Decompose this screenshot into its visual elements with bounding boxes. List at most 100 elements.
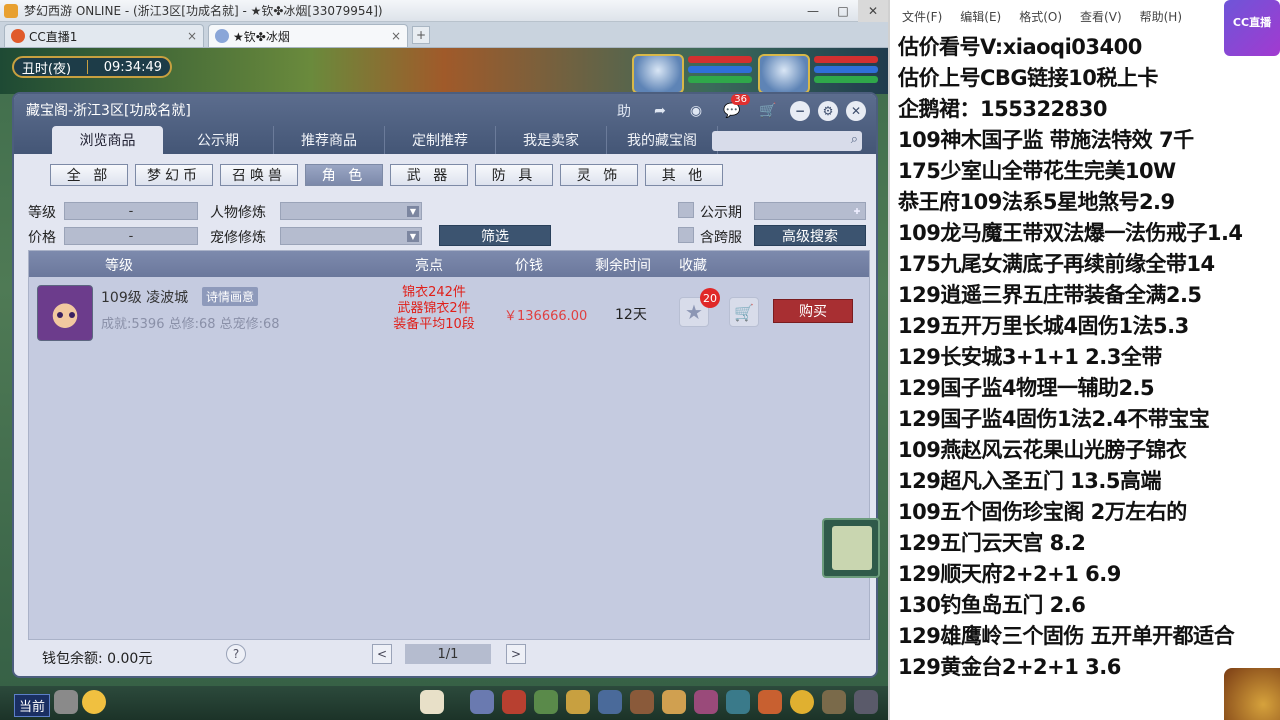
header-time-left[interactable]: 剩余时间 [595,255,651,275]
new-tab-button[interactable]: + [412,26,430,44]
chevron-down-icon: ▼ [407,206,419,217]
cart-icon[interactable]: 🛒 [754,100,782,122]
advanced-search-button[interactable]: 高级搜索 [754,225,866,246]
notepad-line: 109龙马魔王带双法爆一法伤戒子1.4 [898,221,1243,245]
menu-view[interactable]: 查看(V) [1080,8,1122,25]
maximize-button[interactable]: □ [828,0,858,22]
os-titlebar: 梦幻西游 ONLINE - (浙江3区[功成名就] - ★钦✤冰烟[330799… [0,0,888,22]
attack-icon[interactable] [470,690,494,714]
search-icon[interactable]: ⌕ [851,132,858,147]
bag-icon[interactable] [502,690,526,714]
cross-server-checkbox[interactable] [678,227,694,243]
filter-button[interactable]: 筛选 [439,225,551,246]
shop-icon[interactable] [758,690,782,714]
notepad-window: 文件(F) 编辑(E) 格式(O) 查看(V) 帮助(H) CC直播 估价看号V… [888,0,1280,720]
highlight-line: 锦衣242件 [402,285,466,300]
settings-icon[interactable] [854,690,878,714]
table-row[interactable]: 109级 凌波城 诗情画意 成就:5396 总修:68 总宠修:68 锦衣242… [29,279,869,347]
menu-edit[interactable]: 编辑(E) [960,8,1001,25]
guild-icon[interactable] [630,690,654,714]
pet-cultivation-label: 宠修修炼 [210,230,266,246]
tab-cc-live[interactable]: CC直播1 × [4,24,204,47]
pet-cultivation-select[interactable]: ▼ [280,227,422,245]
tab-close-icon[interactable]: × [391,29,401,43]
category-all[interactable]: 全 部 [50,164,128,186]
listing-name[interactable]: 109级 凌波城 [101,287,188,307]
tab-custom-recommend[interactable]: 定制推荐 [385,126,496,154]
notepad-line: 企鹅裙：155322830 [898,97,1108,121]
buy-button[interactable]: 购买 [773,299,853,323]
header-price[interactable]: 价钱 [515,255,543,275]
close-window-button[interactable]: ✕ [858,0,888,22]
price-filter-input[interactable]: - [64,227,198,245]
category-armor[interactable]: 防 具 [475,164,553,186]
minimize-button[interactable]: — [798,0,828,22]
tab-browse-goods[interactable]: 浏览商品 [52,126,163,154]
record-icon[interactable]: ◉ [682,100,710,122]
dialog-body: 全 部 梦幻币 召唤兽 角 色 武 器 防 具 灵 饰 其 他 等级 - 价格 … [14,154,876,676]
header-level[interactable]: 等级 [105,255,133,275]
trade-icon[interactable] [566,690,590,714]
category-currency[interactable]: 梦幻币 [135,164,213,186]
time-of-day: 丑时(夜) [21,61,72,77]
tab-my-pavilion[interactable]: 我的藏宝阁 [607,126,718,154]
notepad-menubar: 文件(F) 编辑(E) 格式(O) 查看(V) 帮助(H) [902,8,1200,25]
quest-icon[interactable] [662,690,686,714]
gift-icon[interactable] [790,690,814,714]
char-cultivation-select[interactable]: ▼ [280,202,422,220]
level-filter-label: 等级 [28,205,56,221]
tab-close-icon[interactable]: × [187,29,197,43]
tab-game-character[interactable]: ★钦✤冰烟 × [208,24,408,47]
friend-icon[interactable] [694,690,718,714]
minimize-dialog-button[interactable]: − [790,101,810,121]
cc-live-icon [11,29,25,43]
current-channel-label[interactable]: 当前 [14,694,51,717]
microphone-icon[interactable] [54,690,78,714]
public-period-select[interactable]: ✚ [754,202,866,220]
notepad-line: 估价看号V:xiaoqi03400 [898,35,1142,59]
browser-tabstrip: CC直播1 × ★钦✤冰烟 × + [0,22,888,48]
skill-icon[interactable] [534,690,558,714]
character-avatar[interactable] [37,285,93,341]
favorite-star-icon[interactable]: ★ 20 [679,288,720,327]
category-summon-beast[interactable]: 召唤兽 [220,164,298,186]
help-assistant-button[interactable]: 助 [610,100,638,122]
pet-icon[interactable] [420,690,444,714]
tab-label: CC直播1 [29,29,78,44]
category-character[interactable]: 角 色 [305,164,383,186]
game-app-icon [4,3,18,18]
category-other[interactable]: 其 他 [645,164,723,186]
help-icon[interactable]: ? [226,644,246,664]
notepad-line: 109五个固伤珍宝阁 2万左右的 [898,500,1187,524]
map-icon[interactable] [726,690,750,714]
tab-i-am-seller[interactable]: 我是卖家 [496,126,607,154]
pet-portrait[interactable] [632,54,684,94]
scroll-menu-widget[interactable] [822,518,880,578]
notepad-line: 175少室山全带花生完美10W [898,159,1176,183]
share-icon[interactable]: ➦ [646,100,674,122]
emoji-icon[interactable] [82,690,106,714]
level-filter-input[interactable]: - [64,202,198,220]
add-to-cart-icon[interactable]: 🛒 [729,297,759,327]
listing-time-left: 12天 [615,307,647,323]
tab-recommended[interactable]: 推荐商品 [274,126,385,154]
notepad-line: 估价上号CBG链接10税上卡 [898,66,1158,90]
menu-file[interactable]: 文件(F) [902,8,942,25]
close-dialog-button[interactable]: ✕ [846,101,866,121]
public-period-checkbox[interactable] [678,202,694,218]
notepad-text[interactable]: 估价看号V:xiaoqi03400 估价上号CBG链接10税上卡 企鹅裙：15532… [898,32,1280,683]
menu-help[interactable]: 帮助(H) [1140,8,1182,25]
category-weapon[interactable]: 武 器 [390,164,468,186]
player-portrait[interactable] [758,54,810,94]
tab-public-period[interactable]: 公示期 [163,126,274,154]
team-icon[interactable] [598,690,622,714]
settings-gear-icon[interactable]: ⚙ [818,101,838,121]
category-accessory[interactable]: 灵 饰 [560,164,638,186]
system-icon[interactable] [822,690,846,714]
menu-format[interactable]: 格式(O) [1019,8,1062,25]
search-input[interactable]: ⌕ [712,131,862,151]
next-page-button[interactable]: > [506,644,526,664]
prev-page-button[interactable]: < [372,644,392,664]
results-header: 等级 亮点 价钱 剩余时间 收藏 [29,251,869,277]
message-icon[interactable]: 💬 36 [718,94,750,122]
